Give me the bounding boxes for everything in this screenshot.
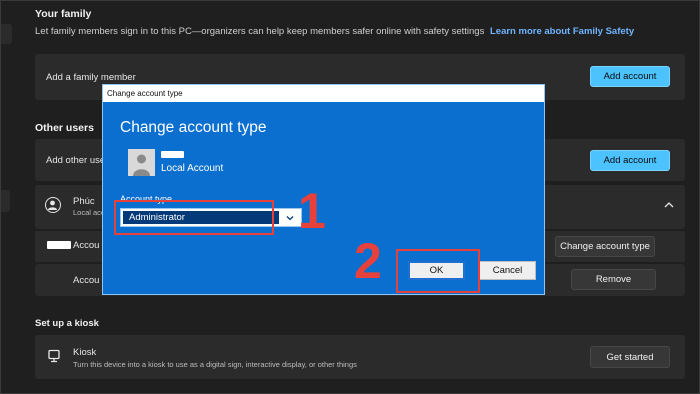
account-data-label: Accou — [73, 275, 100, 286]
dialog-titlebar[interactable]: Change account type — [103, 85, 544, 102]
add-other-account-button[interactable]: Add account — [590, 150, 670, 171]
kiosk-card: Kiosk Turn this device into a kiosk to u… — [35, 335, 685, 379]
add-family-account-button[interactable]: Add account — [590, 66, 670, 87]
step-1-marker: 1 — [298, 183, 326, 239]
section-title-other-users: Other users — [35, 122, 94, 134]
family-description: Let family members sign in to this PC—or… — [35, 26, 634, 37]
step-2-marker: 2 — [354, 233, 382, 289]
add-other-user-label: Add other use — [46, 155, 106, 166]
account-options-label: Accou — [73, 240, 100, 251]
user-name: Phúc — [73, 196, 95, 207]
kiosk-description: Turn this device into a kiosk to use as … — [73, 360, 357, 369]
cancel-button[interactable]: Cancel — [479, 261, 536, 280]
user-avatar-icon — [128, 149, 155, 176]
remove-button[interactable]: Remove — [571, 269, 656, 290]
kiosk-get-started-button[interactable]: Get started — [590, 346, 670, 368]
chevron-up-icon[interactable] — [662, 198, 676, 212]
kiosk-label: Kiosk — [73, 347, 97, 358]
dialog-heading: Change account type — [120, 119, 267, 136]
dialog-window-title: Change account type — [107, 89, 183, 98]
family-description-text: Let family members sign in to this PC—or… — [35, 26, 485, 37]
add-family-member-label: Add a family member — [46, 72, 136, 83]
highlight-ok-button — [396, 249, 480, 293]
section-title-family: Your family — [35, 8, 92, 20]
family-safety-link[interactable]: Learn more about Family Safety — [490, 26, 634, 37]
change-account-type-button[interactable]: Change account type — [555, 236, 655, 257]
redacted-name — [47, 241, 71, 249]
redacted-username — [161, 151, 184, 158]
dialog-account-kind: Local Account — [161, 163, 224, 174]
side-tab — [0, 24, 12, 44]
side-tab — [0, 190, 10, 212]
section-title-kiosk: Set up a kiosk — [35, 318, 99, 329]
highlight-account-type — [114, 200, 274, 235]
kiosk-icon — [47, 349, 61, 363]
user-avatar-icon — [45, 197, 61, 213]
